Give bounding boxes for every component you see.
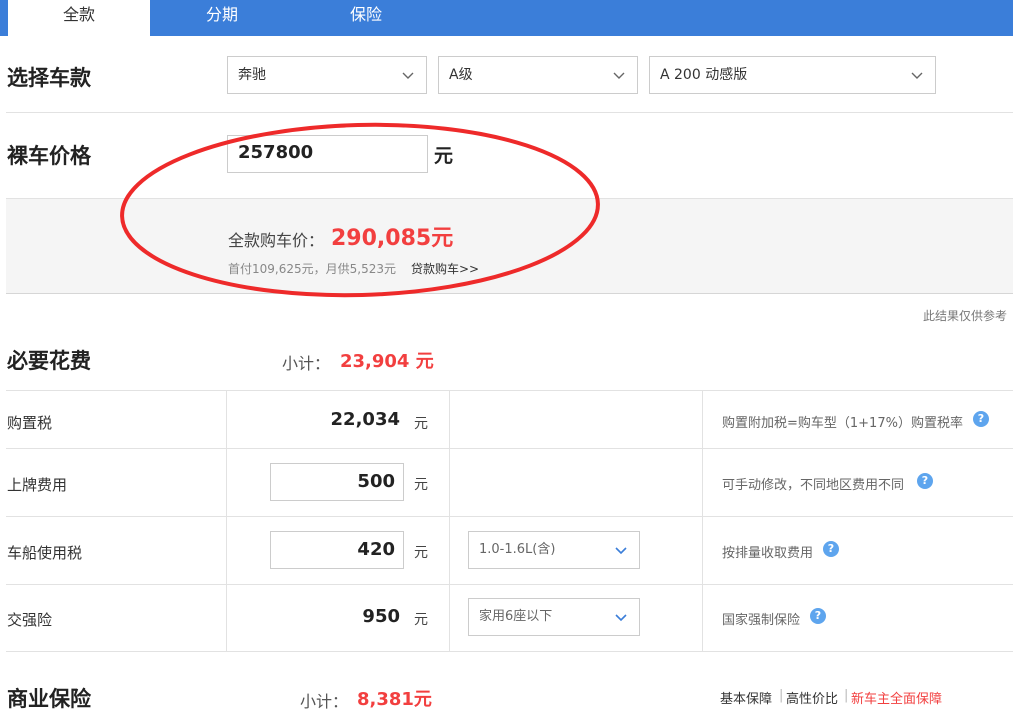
license-fee-input[interactable]: 500 bbox=[270, 463, 404, 501]
chevron-down-icon bbox=[911, 72, 923, 79]
annotation-ellipse bbox=[120, 122, 600, 298]
question-circle-icon[interactable]: ? bbox=[973, 411, 989, 427]
series-select-value: A级 bbox=[449, 67, 473, 83]
license-fee-label: 上牌费用 bbox=[7, 476, 68, 494]
bare-price-title: 裸车价格 bbox=[7, 144, 91, 168]
row-divider bbox=[6, 516, 1013, 517]
tab-installment[interactable]: 分期 bbox=[172, 0, 272, 36]
necessary-subtotal-label: 小计： bbox=[282, 354, 331, 373]
value-coverage-link[interactable]: 高性价比 bbox=[786, 688, 838, 707]
tab-insurance[interactable]: 保险 bbox=[316, 0, 416, 36]
license-fee-unit: 元 bbox=[414, 477, 428, 493]
seat-type-select-value: 家用6座以下 bbox=[479, 609, 553, 624]
purchase-tax-value: 22,034 bbox=[330, 409, 400, 430]
vehicle-tax-desc: 按排量收取费用 bbox=[722, 546, 814, 561]
link-separator: | bbox=[779, 688, 784, 703]
vehicle-tax-label: 车船使用税 bbox=[7, 544, 83, 562]
row-divider bbox=[6, 448, 1013, 449]
compulsory-insurance-value: 950 bbox=[362, 606, 400, 627]
select-model-title: 选择车款 bbox=[7, 66, 91, 90]
purchase-tax-label: 购置税 bbox=[7, 414, 53, 432]
purchase-tax-desc: 购置附加税=购车型（1+17%）购置税率 bbox=[722, 416, 963, 431]
question-circle-icon[interactable]: ? bbox=[917, 473, 933, 489]
model-select-value: A 200 动感版 bbox=[660, 67, 748, 83]
vehicle-tax-unit: 元 bbox=[414, 545, 428, 561]
basic-coverage-link[interactable]: 基本保障 bbox=[720, 688, 772, 707]
column-divider bbox=[226, 390, 227, 651]
necessary-costs-title: 必要花费 bbox=[7, 349, 91, 373]
brand-select-value: 奔驰 bbox=[238, 67, 266, 83]
row-divider bbox=[6, 390, 1013, 391]
question-circle-icon[interactable]: ? bbox=[810, 608, 826, 624]
license-fee-desc: 可手动修改，不同地区费用不同 bbox=[722, 478, 905, 493]
chevron-down-icon bbox=[402, 72, 414, 79]
series-select[interactable]: A级 bbox=[438, 56, 638, 94]
necessary-subtotal-value: 23,904 元 bbox=[340, 351, 434, 372]
question-circle-icon[interactable]: ? bbox=[823, 541, 839, 557]
purchase-tax-unit: 元 bbox=[414, 416, 428, 432]
column-divider bbox=[702, 390, 703, 651]
displacement-select[interactable]: 1.0-1.6L(含) bbox=[468, 531, 640, 569]
seat-type-select[interactable]: 家用6座以下 bbox=[468, 598, 640, 636]
commercial-insurance-title: 商业保险 bbox=[7, 687, 91, 711]
compulsory-insurance-desc: 国家强制保险 bbox=[722, 613, 801, 628]
chevron-down-icon bbox=[615, 547, 627, 555]
commercial-subtotal-label: 小计： bbox=[300, 692, 349, 711]
brand-select[interactable]: 奔驰 bbox=[227, 56, 427, 94]
tab-bar: 全款 分期 保险 bbox=[0, 0, 1013, 36]
link-separator: | bbox=[844, 688, 849, 703]
vehicle-tax-input[interactable]: 420 bbox=[270, 531, 404, 569]
full-coverage-link[interactable]: 新车主全面保障 bbox=[851, 688, 942, 707]
result-note: 此结果仅供参考 bbox=[922, 309, 1007, 323]
row-divider bbox=[6, 584, 1013, 585]
chevron-down-icon bbox=[613, 72, 625, 79]
divider bbox=[6, 112, 1013, 113]
commercial-subtotal-value: 8,381元 bbox=[357, 689, 432, 710]
compulsory-insurance-label: 交强险 bbox=[7, 611, 53, 629]
row-divider bbox=[6, 651, 1013, 652]
chevron-down-icon bbox=[615, 614, 627, 622]
displacement-select-value: 1.0-1.6L(含) bbox=[479, 542, 556, 557]
column-divider bbox=[449, 390, 450, 651]
compulsory-insurance-unit: 元 bbox=[414, 612, 428, 628]
model-select[interactable]: A 200 动感版 bbox=[649, 56, 936, 94]
tab-full-payment[interactable]: 全款 bbox=[8, 0, 150, 36]
